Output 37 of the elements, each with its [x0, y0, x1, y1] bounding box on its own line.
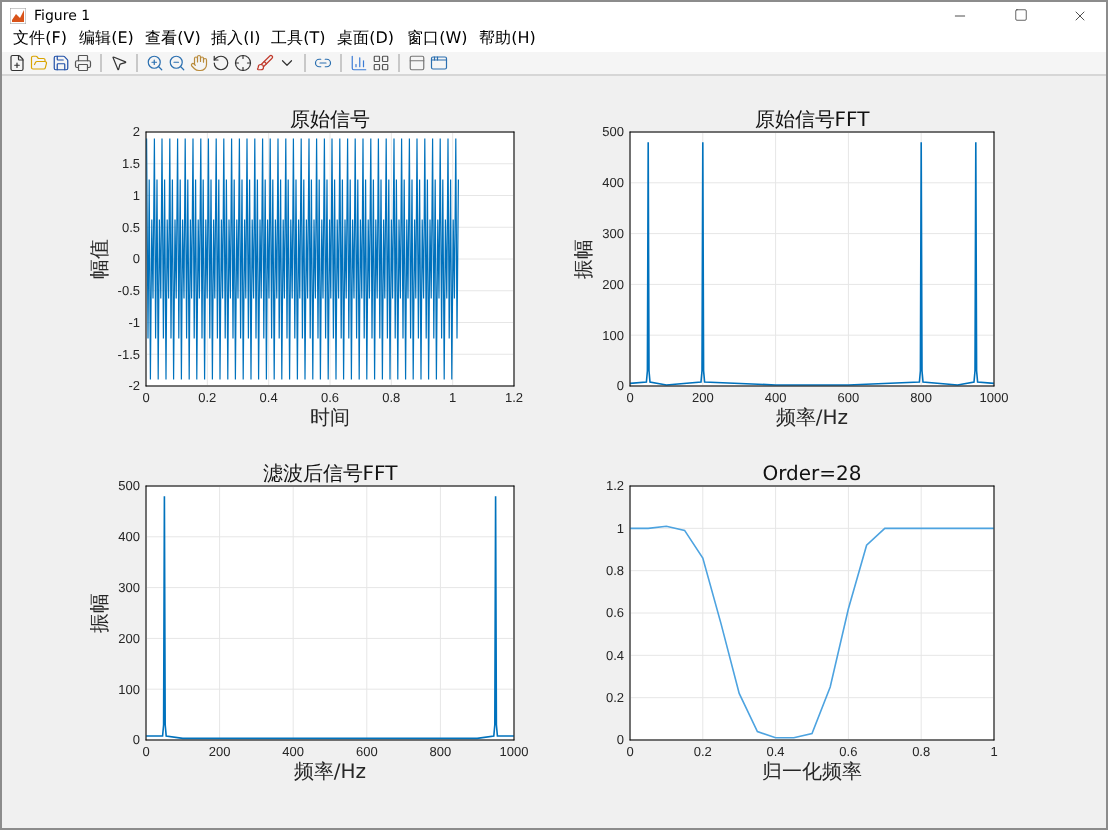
axis-label: 幅值 [90, 239, 112, 279]
chart-title: 滤波后信号FFT [262, 464, 398, 486]
menu-item[interactable]: 插入(I) [208, 30, 265, 50]
axis-label: 时间 [310, 408, 350, 430]
pointer-icon[interactable] [110, 54, 128, 72]
chart-title: 原始信号 [290, 110, 370, 132]
new-file-icon[interactable] [8, 54, 26, 72]
app-logo-icon [10, 7, 26, 23]
menu-item[interactable]: 窗口(W) [403, 30, 470, 50]
dock-icon[interactable] [430, 54, 448, 72]
menu-item[interactable]: 编辑(E) [75, 30, 137, 50]
caret-icon[interactable] [278, 54, 296, 72]
menu-item[interactable]: 查看(V) [141, 30, 204, 50]
maximize-icon[interactable] [1013, 8, 1027, 22]
crosshair-icon[interactable] [234, 54, 252, 72]
legend-icon[interactable] [372, 54, 390, 72]
axis-label: 归一化频率 [762, 762, 862, 784]
link-icon[interactable] [314, 54, 332, 72]
close-icon[interactable] [1072, 7, 1088, 23]
hide-tools-icon[interactable] [408, 54, 426, 72]
menu-item[interactable]: 帮助(H) [476, 30, 540, 50]
print-icon[interactable] [74, 54, 92, 72]
menu-item[interactable]: 桌面(D) [334, 30, 398, 50]
save-icon[interactable] [52, 54, 70, 72]
axis-label: 频率/Hz [775, 408, 849, 430]
chart-title: 原始信号FFT [754, 110, 870, 132]
menu-item[interactable]: 工具(T) [268, 30, 329, 50]
chart-title: Order=28 [762, 464, 862, 486]
zoom-in-icon[interactable] [146, 54, 164, 72]
zoom-out-icon[interactable] [168, 54, 186, 72]
axis-label: 振幅 [90, 593, 112, 633]
axis-label: 振幅 [574, 239, 596, 279]
axis-label: 频率/Hz [293, 762, 367, 784]
colorbar-icon[interactable] [350, 54, 368, 72]
menu-item[interactable]: 文件(F) [10, 30, 71, 50]
rotate-icon[interactable] [212, 54, 230, 72]
brush-icon[interactable] [256, 54, 274, 72]
